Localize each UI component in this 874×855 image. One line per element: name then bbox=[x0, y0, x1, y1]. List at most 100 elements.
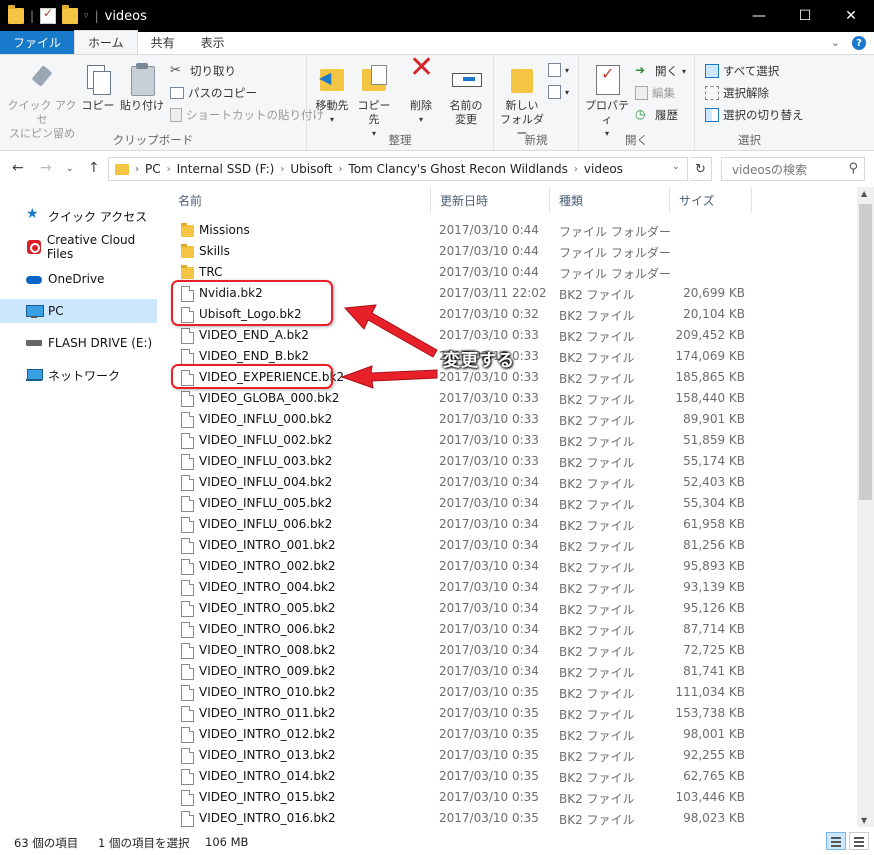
pin-to-quick-access-button[interactable]: クイック アクセ スにピン留め bbox=[6, 63, 78, 141]
delete-button[interactable]: 削除 ▾ bbox=[403, 61, 439, 127]
file-type: BK2 ファイル bbox=[559, 792, 635, 806]
properties-button[interactable]: プロパティ ▾ bbox=[583, 63, 631, 141]
refresh-button[interactable]: ↻ bbox=[690, 157, 712, 181]
group-label-new: 新規 bbox=[524, 133, 548, 147]
breadcrumb-pc[interactable]: PC bbox=[139, 162, 167, 176]
maximize-button[interactable]: ☐ bbox=[782, 0, 828, 32]
vertical-scrollbar[interactable]: ▲ ▼ bbox=[857, 187, 874, 827]
back-arrow-icon[interactable]: ← bbox=[12, 160, 24, 176]
table-row[interactable]: VIDEO_INTRO_016.bk2 2017/03/10 0:35 BK2 ファ… bbox=[165, 808, 856, 827]
address-bar[interactable]: › PC › Internal SSD (F:) › Ubisoft › Tom… bbox=[108, 157, 688, 181]
address-dropdown-icon[interactable]: ⌄ bbox=[672, 162, 680, 172]
select-all-button[interactable]: すべて選択 bbox=[705, 63, 779, 79]
nav-item-network[interactable]: ネットワーク bbox=[0, 363, 157, 387]
table-row[interactable]: VIDEO_INFLU_003.bk2 2017/03/10 0:33 BK2 ファ… bbox=[165, 451, 856, 472]
table-row[interactable]: VIDEO_INTRO_010.bk2 2017/03/10 0:35 BK2 ファ… bbox=[165, 682, 856, 703]
table-row[interactable]: VIDEO_INFLU_002.bk2 2017/03/10 0:33 BK2 ファ… bbox=[165, 430, 856, 451]
large-icons-view-button[interactable] bbox=[849, 832, 869, 850]
forward-arrow-icon[interactable]: → bbox=[40, 160, 52, 176]
new-item-button[interactable]: ▾ bbox=[548, 63, 569, 77]
tab-view[interactable]: 表示 bbox=[188, 31, 238, 54]
table-row[interactable]: VIDEO_INTRO_008.bk2 2017/03/10 0:34 BK2 ファ… bbox=[165, 640, 856, 661]
table-row[interactable]: Missions 2017/03/10 0:44 ファイル フォルダー bbox=[165, 220, 856, 241]
search-input[interactable]: videosの検索 ⚲ bbox=[721, 157, 865, 181]
table-row[interactable]: VIDEO_INTRO_005.bk2 2017/03/10 0:34 BK2 ファ… bbox=[165, 598, 856, 619]
column-header-size[interactable]: サイズ bbox=[670, 187, 752, 213]
table-row[interactable]: VIDEO_INTRO_013.bk2 2017/03/10 0:35 BK2 ファ… bbox=[165, 745, 856, 766]
invert-selection-button[interactable]: 選択の切り替え bbox=[705, 107, 804, 123]
file-name: VIDEO_INTRO_009.bk2 bbox=[199, 664, 336, 678]
paste-button[interactable]: 貼り付け bbox=[118, 63, 166, 113]
nav-item-quick-access[interactable]: クイック アクセス bbox=[0, 204, 157, 228]
details-view-button[interactable] bbox=[826, 832, 846, 850]
properties-icon[interactable] bbox=[40, 6, 57, 24]
table-row[interactable]: VIDEO_INTRO_009.bk2 2017/03/10 0:34 BK2 ファ… bbox=[165, 661, 856, 682]
file-name: VIDEO_INTRO_012.bk2 bbox=[199, 727, 336, 741]
minimize-button[interactable]: — bbox=[736, 0, 782, 32]
network-icon bbox=[26, 367, 43, 383]
open-button[interactable]: ➜ 開く ▾ bbox=[635, 63, 686, 79]
nav-item-flash-drive[interactable]: FLASH DRIVE (E:) bbox=[0, 331, 157, 355]
paste-shortcut-button[interactable]: ショートカットの貼り付け bbox=[170, 107, 324, 123]
recent-locations-chevron-icon[interactable]: ⌄ bbox=[66, 164, 74, 174]
tab-home[interactable]: ホーム bbox=[74, 30, 138, 54]
breadcrumb-game[interactable]: Tom Clancy's Ghost Recon Wildlands bbox=[342, 162, 573, 176]
selection-size: 106 MB bbox=[205, 835, 249, 849]
folder-icon[interactable] bbox=[8, 5, 24, 24]
breadcrumb-videos[interactable]: videos bbox=[578, 162, 629, 176]
help-icon[interactable]: ? bbox=[852, 36, 866, 50]
copy-button[interactable]: コピー bbox=[80, 63, 116, 113]
table-row[interactable]: VIDEO_INTRO_001.bk2 2017/03/10 0:34 BK2 ファ… bbox=[165, 535, 856, 556]
new-folder-button[interactable]: 新しい フォルダー bbox=[498, 63, 546, 141]
breadcrumb-ubisoft[interactable]: Ubisoft bbox=[284, 162, 338, 176]
breadcrumb-drive[interactable]: Internal SSD (F:) bbox=[171, 162, 281, 176]
table-row[interactable]: VIDEO_INTRO_012.bk2 2017/03/10 0:35 BK2 ファ… bbox=[165, 724, 856, 745]
ribbon-expand-icon[interactable]: ⌄ bbox=[831, 36, 840, 50]
file-size: 111,034 KB bbox=[675, 685, 745, 699]
file-name: VIDEO_INTRO_011.bk2 bbox=[199, 706, 336, 720]
up-arrow-icon[interactable]: ↑ bbox=[88, 160, 100, 176]
table-row[interactable]: VIDEO_INTRO_011.bk2 2017/03/10 0:35 BK2 ファ… bbox=[165, 703, 856, 724]
file-name: VIDEO_INFLU_005.bk2 bbox=[199, 496, 333, 510]
copy-path-button[interactable]: パスのコピー bbox=[170, 85, 257, 101]
history-button[interactable]: ◷ 履歴 bbox=[635, 107, 678, 123]
table-row[interactable]: VIDEO_INTRO_004.bk2 2017/03/10 0:34 BK2 ファ… bbox=[165, 577, 856, 598]
file-date: 2017/03/10 0:32 bbox=[439, 307, 539, 321]
tab-file[interactable]: ファイル bbox=[0, 31, 75, 54]
table-row[interactable]: VIDEO_INTRO_002.bk2 2017/03/10 0:34 BK2 ファ… bbox=[165, 556, 856, 577]
folder-icon bbox=[181, 223, 194, 237]
cut-button[interactable]: ✂ 切り取り bbox=[170, 63, 236, 79]
scroll-up-icon[interactable]: ▲ bbox=[861, 189, 867, 198]
nav-item-onedrive[interactable]: OneDrive bbox=[0, 267, 157, 291]
file-icon bbox=[181, 643, 194, 659]
nav-item-creative-cloud[interactable]: Creative Cloud Files bbox=[0, 233, 157, 261]
tab-share[interactable]: 共有 bbox=[138, 31, 188, 54]
column-header-date[interactable]: 更新日時 bbox=[431, 187, 550, 213]
file-date: 2017/03/10 0:34 bbox=[439, 664, 539, 678]
table-row[interactable]: VIDEO_INTRO_014.bk2 2017/03/10 0:35 BK2 ファ… bbox=[165, 766, 856, 787]
column-header-type[interactable]: 種類 bbox=[550, 187, 670, 213]
select-none-button[interactable]: 選択解除 bbox=[705, 85, 769, 101]
table-row[interactable]: VIDEO_INFLU_005.bk2 2017/03/10 0:34 BK2 ファ… bbox=[165, 493, 856, 514]
new-folder-icon[interactable] bbox=[62, 5, 79, 24]
table-row[interactable]: VIDEO_INFLU_000.bk2 2017/03/10 0:33 BK2 ファ… bbox=[165, 409, 856, 430]
table-row[interactable]: VIDEO_INTRO_015.bk2 2017/03/10 0:35 BK2 ファ… bbox=[165, 787, 856, 808]
scroll-down-icon[interactable]: ▼ bbox=[861, 816, 867, 825]
scrollbar-thumb[interactable] bbox=[859, 204, 872, 500]
easy-access-button[interactable]: ▾ bbox=[548, 85, 569, 99]
edit-button[interactable]: 編集 bbox=[635, 85, 675, 101]
customize-chevron-icon[interactable]: ▿ bbox=[84, 11, 89, 21]
table-row[interactable]: VIDEO_GLOBA_000.bk2 2017/03/10 0:33 BK2 ファ… bbox=[165, 388, 856, 409]
close-button[interactable]: ✕ bbox=[828, 0, 874, 32]
file-size: 20,699 KB bbox=[683, 286, 745, 300]
move-to-button[interactable]: 移動先 ▾ bbox=[311, 63, 353, 127]
copy-to-button[interactable]: コピー先 ▾ bbox=[353, 63, 395, 141]
table-row[interactable]: VIDEO_END_A.bk2 2017/03/10 0:33 BK2 ファイル 20… bbox=[165, 325, 856, 346]
rename-button[interactable]: 名前の 変更 bbox=[445, 63, 487, 127]
table-row[interactable]: VIDEO_INTRO_006.bk2 2017/03/10 0:34 BK2 ファ… bbox=[165, 619, 856, 640]
table-row[interactable]: VIDEO_INFLU_004.bk2 2017/03/10 0:34 BK2 ファ… bbox=[165, 472, 856, 493]
nav-item-pc[interactable]: PC bbox=[0, 299, 157, 323]
table-row[interactable]: Skills 2017/03/10 0:44 ファイル フォルダー bbox=[165, 241, 856, 262]
table-row[interactable]: VIDEO_INFLU_006.bk2 2017/03/10 0:34 BK2 ファ… bbox=[165, 514, 856, 535]
column-header-name[interactable]: ˄ 名前 bbox=[169, 187, 431, 213]
